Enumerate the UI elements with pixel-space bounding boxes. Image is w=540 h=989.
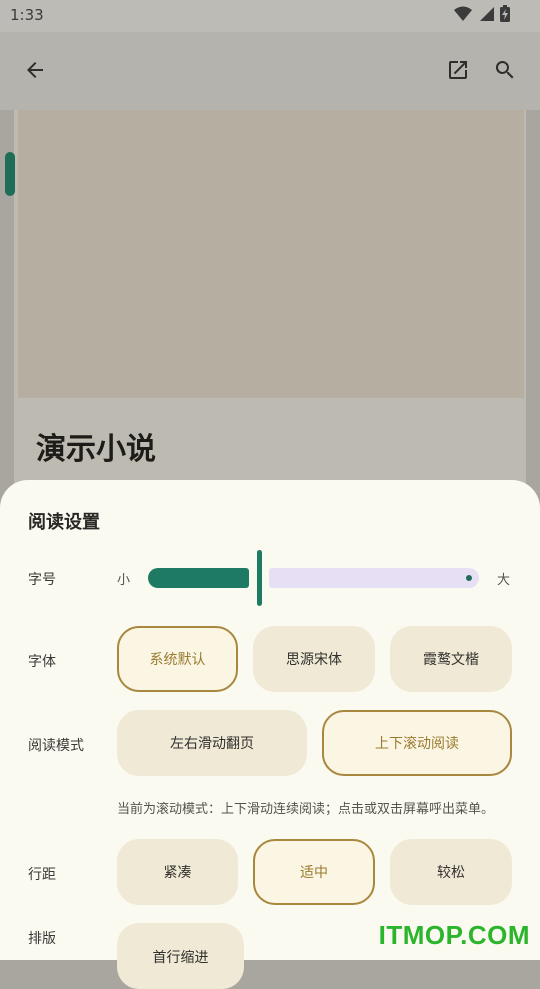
- open-external-icon: [449, 61, 467, 79]
- font-size-small-label: 小: [117, 573, 131, 588]
- layout-label: 排版: [28, 931, 56, 947]
- spacing-option-compact[interactable]: 紧凑: [117, 839, 238, 905]
- back-button[interactable]: [20, 55, 50, 85]
- reading-mode-label: 阅读模式: [28, 738, 84, 754]
- battery-charging-icon: [500, 5, 510, 22]
- fast-scroll-handle[interactable]: [5, 152, 15, 196]
- wifi-icon: [454, 6, 472, 21]
- spacing-option-medium[interactable]: 适中: [253, 839, 375, 905]
- status-bar: 1:33: [0, 0, 540, 32]
- mode-option-vertical-scroll[interactable]: 上下滚动阅读: [322, 710, 512, 776]
- search-button[interactable]: [490, 55, 520, 85]
- line-spacing-label: 行距: [28, 867, 56, 883]
- font-size-large-label: 大: [497, 573, 511, 588]
- font-size-slider-thumb[interactable]: [257, 550, 262, 606]
- font-option-source-han-serif[interactable]: 思源宋体: [253, 626, 375, 692]
- font-size-label: 字号: [28, 572, 56, 588]
- status-time: 1:33: [10, 6, 44, 24]
- signal-icon: [480, 6, 494, 21]
- open-external-button[interactable]: [443, 55, 473, 85]
- reading-mode-hint: 当前为滚动模式：上下滑动连续阅读；点击或双击屏幕呼出菜单。: [117, 802, 495, 817]
- slider-end-dot: [466, 575, 472, 581]
- font-family-label: 字体: [28, 654, 56, 670]
- font-option-lxgw-wenkai[interactable]: 霞鹜文楷: [390, 626, 512, 692]
- font-size-slider-inactive-track[interactable]: [269, 568, 479, 588]
- back-arrow-icon: [27, 62, 43, 78]
- font-option-system-default[interactable]: 系统默认: [117, 626, 238, 692]
- sheet-title: 阅读设置: [28, 512, 100, 533]
- font-size-slider-active-track[interactable]: [148, 568, 249, 588]
- book-title: 演示小说: [36, 432, 156, 467]
- layout-option-first-line-indent[interactable]: 首行缩进: [117, 923, 244, 989]
- app-bar: [0, 32, 540, 110]
- reading-settings-sheet: 阅读设置 字号 小 大 字体 系统默认 思源宋体 霞鹜文楷 阅读模式 左右滑动翻…: [0, 480, 540, 989]
- watermark: ITMOP.COM: [378, 920, 530, 950]
- mode-option-page-flip[interactable]: 左右滑动翻页: [117, 710, 307, 776]
- book-cover-image: [18, 110, 524, 398]
- search-icon: [495, 61, 514, 79]
- status-icons: [454, 5, 510, 22]
- spacing-option-loose[interactable]: 较松: [390, 839, 512, 905]
